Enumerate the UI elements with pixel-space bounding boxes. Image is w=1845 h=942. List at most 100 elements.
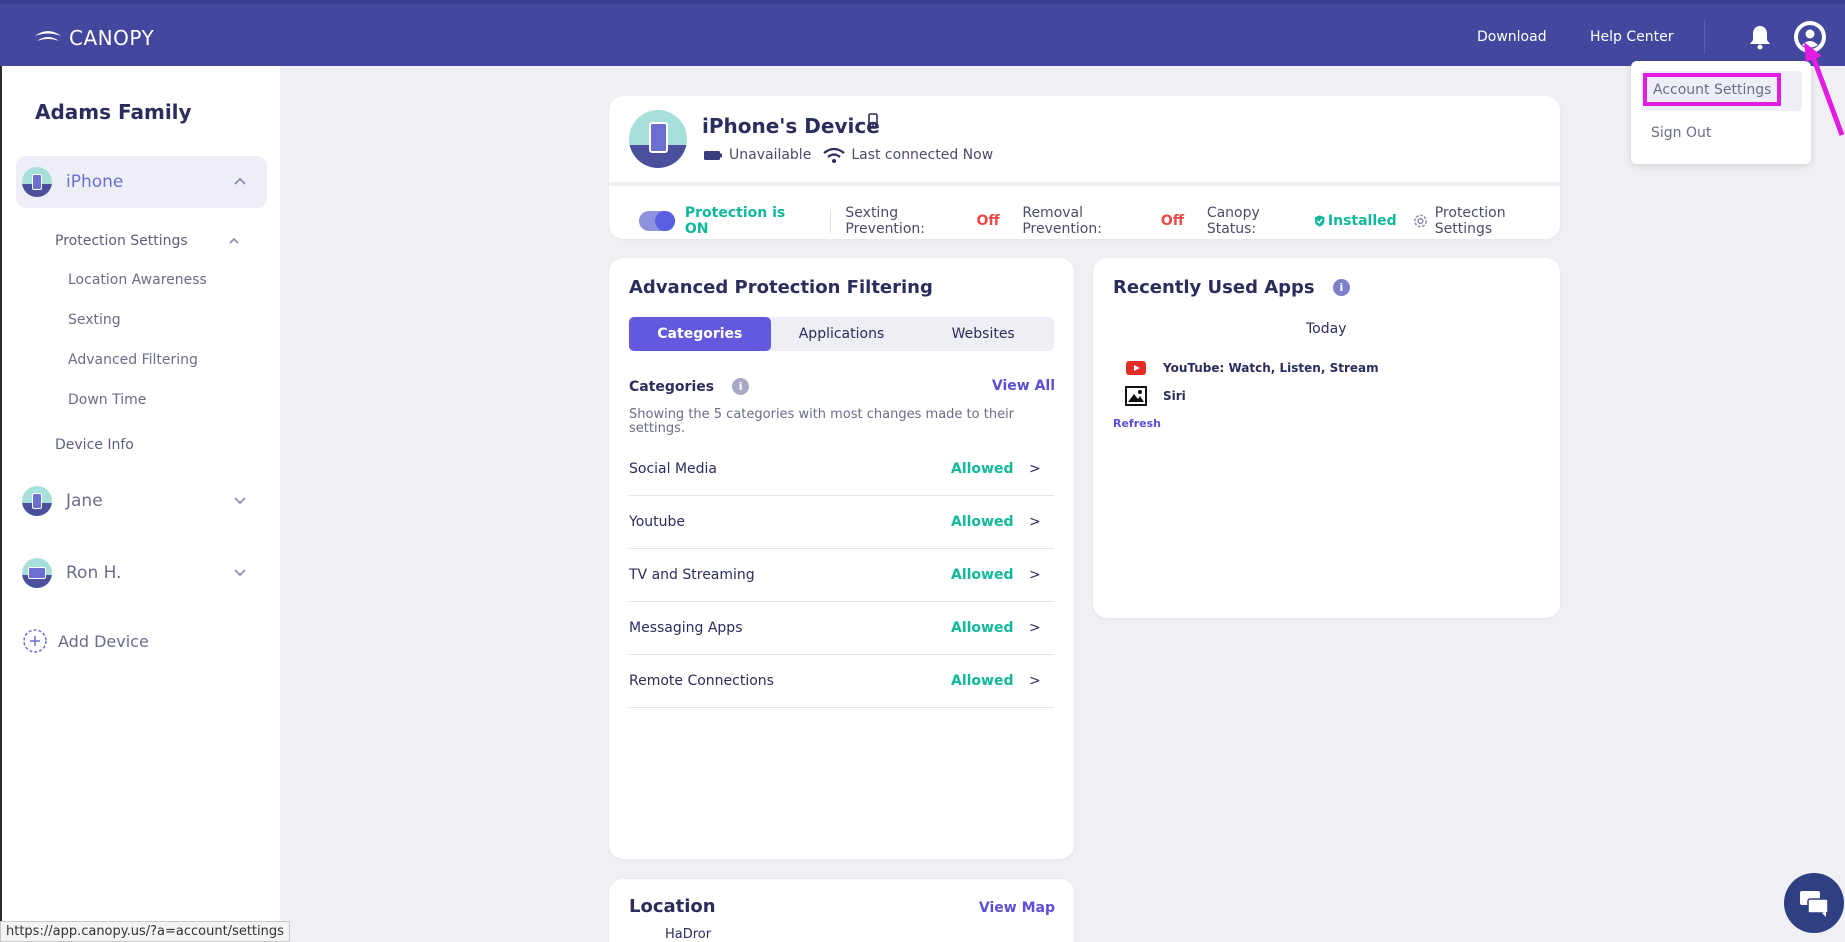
category-name: Remote Connections: [629, 673, 774, 689]
tab-categories[interactable]: Categories: [629, 317, 771, 351]
image-icon: [1125, 385, 1147, 407]
info-icon[interactable]: i: [732, 378, 750, 395]
download-link[interactable]: Download: [1477, 29, 1547, 45]
sidebar-device-jane[interactable]: Jane: [16, 475, 267, 527]
advanced-filtering-card: Advanced Protection Filtering Categories…: [609, 258, 1074, 859]
device-avatar: [629, 110, 687, 168]
device-name: Ron H.: [66, 563, 122, 583]
location-place: HaDror: [665, 927, 712, 942]
category-name: TV and Streaming: [629, 567, 755, 583]
chevron-right-icon: >: [1029, 567, 1041, 583]
category-status: Allowed: [951, 461, 1014, 477]
connection-status: Last connected Now: [851, 147, 994, 163]
chat-button[interactable]: [1784, 873, 1844, 933]
sidebar-item-down-time[interactable]: Down Time: [68, 392, 146, 408]
location-title: Location: [629, 896, 716, 917]
sidebar-item-advanced-filtering[interactable]: Advanced Filtering: [68, 352, 198, 368]
phone-icon: [649, 122, 668, 153]
info-icon[interactable]: i: [1332, 279, 1350, 296]
shield-check-icon: [1314, 215, 1324, 227]
wifi-icon: [823, 147, 845, 163]
sexting-prevention-value: Off: [976, 213, 1000, 229]
category-row[interactable]: Messaging Apps Allowed >: [629, 602, 1054, 655]
monitor-icon: [28, 567, 46, 579]
sidebar-item-location-awareness[interactable]: Location Awareness: [68, 272, 207, 288]
logo-text: CANOPY: [69, 26, 155, 50]
add-device-button[interactable]: Add Device: [22, 628, 149, 654]
location-card: Location View Map HaDror: [609, 879, 1074, 942]
category-status: Allowed: [951, 514, 1014, 530]
chat-icon: [1800, 891, 1829, 917]
help-center-link[interactable]: Help Center: [1590, 29, 1674, 45]
topbar-divider: [1704, 20, 1705, 54]
view-map-link[interactable]: View Map: [979, 900, 1055, 916]
filtering-tabs: Categories Applications Websites: [629, 317, 1054, 351]
chevron-right-icon: >: [1029, 461, 1041, 477]
protection-settings-link[interactable]: Protection Settings: [1435, 205, 1560, 237]
sidebar-item-device-info[interactable]: Device Info: [55, 437, 134, 453]
sidebar-item-sexting[interactable]: Sexting: [68, 312, 121, 328]
chevron-right-icon: >: [1029, 514, 1041, 530]
device-card-divider: [609, 182, 1560, 186]
device-meta: Unavailable Last connected Now: [703, 147, 993, 163]
day-label: Today: [1306, 321, 1347, 337]
advanced-filtering-title: Advanced Protection Filtering: [629, 277, 933, 298]
add-circle-icon: [23, 629, 47, 653]
family-name: Adams Family: [35, 100, 192, 124]
removal-prevention-value: Off: [1160, 213, 1185, 229]
categories-description: Showing the 5 categories with most chang…: [629, 407, 1015, 436]
top-bar: CANOPY Download Help Center: [0, 0, 1845, 66]
sidebar-device-iphone[interactable]: iPhone: [16, 156, 267, 208]
gear-icon[interactable]: [1412, 212, 1429, 230]
categories-heading-label: Categories: [629, 378, 715, 395]
category-status: Allowed: [951, 620, 1014, 636]
chevron-right-icon: >: [1029, 620, 1041, 636]
category-row[interactable]: TV and Streaming Allowed >: [629, 549, 1054, 602]
canopy-status-label: Canopy Status:: [1206, 205, 1260, 237]
category-status: Allowed: [951, 673, 1014, 689]
sign-out-menu-item[interactable]: Sign Out: [1651, 125, 1711, 141]
app-name: YouTube: Watch, Listen, Stream: [1163, 361, 1379, 375]
battery-status: Unavailable: [729, 147, 812, 163]
tab-applications[interactable]: Applications: [771, 317, 913, 351]
removal-prevention-label: Removal Prevention:: [1022, 205, 1102, 237]
category-row[interactable]: Remote Connections Allowed >: [629, 655, 1054, 708]
phone-icon: [32, 493, 42, 509]
chevron-up-icon[interactable]: [233, 174, 247, 188]
device-card: iPhone's Device Unavailable Last connect…: [609, 96, 1560, 239]
sidebar: Adams Family iPhone Protection Settings …: [0, 66, 280, 942]
device-name: Jane: [66, 491, 103, 511]
device-avatar: [22, 558, 52, 588]
protection-status-row: Protection is ON Sexting Prevention: Off…: [639, 205, 1560, 237]
category-name: Social Media: [629, 461, 718, 477]
protection-toggle[interactable]: [639, 211, 675, 231]
sexting-prevention-label: Sexting Prevention:: [845, 205, 925, 237]
canopy-logo[interactable]: CANOPY: [33, 26, 154, 50]
url-status-bar: https://app.canopy.us/?a=account/setting…: [0, 921, 290, 942]
account-settings-menu-item[interactable]: Account Settings: [1643, 73, 1781, 106]
bell-icon[interactable]: [1748, 24, 1772, 54]
account-dropdown-menu: Account Settings Sign Out: [1631, 61, 1811, 164]
add-device-label: Add Device: [58, 631, 149, 651]
mobile-device-icon: [868, 113, 878, 129]
chevron-down-icon[interactable]: [233, 565, 247, 579]
categories-heading: Categories i: [629, 378, 750, 395]
sidebar-item-protection-settings[interactable]: Protection Settings: [55, 233, 188, 249]
sidebar-device-ron[interactable]: Ron H.: [16, 547, 267, 599]
chevron-down-icon[interactable]: [233, 493, 247, 507]
refresh-link[interactable]: Refresh: [1113, 417, 1161, 430]
protection-status-text: Protection is ON: [684, 205, 786, 237]
device-name: iPhone: [66, 172, 124, 192]
device-avatar: [22, 167, 52, 197]
device-avatar: [22, 486, 52, 516]
app-list-item: Siri: [1125, 385, 1186, 407]
category-row[interactable]: Youtube Allowed >: [629, 496, 1054, 549]
category-row[interactable]: Social Media Allowed >: [629, 443, 1054, 496]
app-name: Siri: [1163, 389, 1186, 403]
category-name: Messaging Apps: [629, 620, 743, 636]
view-all-link[interactable]: View All: [992, 378, 1055, 394]
recently-used-apps-label: Recently Used Apps: [1113, 277, 1315, 298]
tab-websites[interactable]: Websites: [912, 317, 1054, 351]
chevron-right-icon: >: [1029, 673, 1041, 689]
chevron-up-icon[interactable]: [228, 236, 240, 246]
